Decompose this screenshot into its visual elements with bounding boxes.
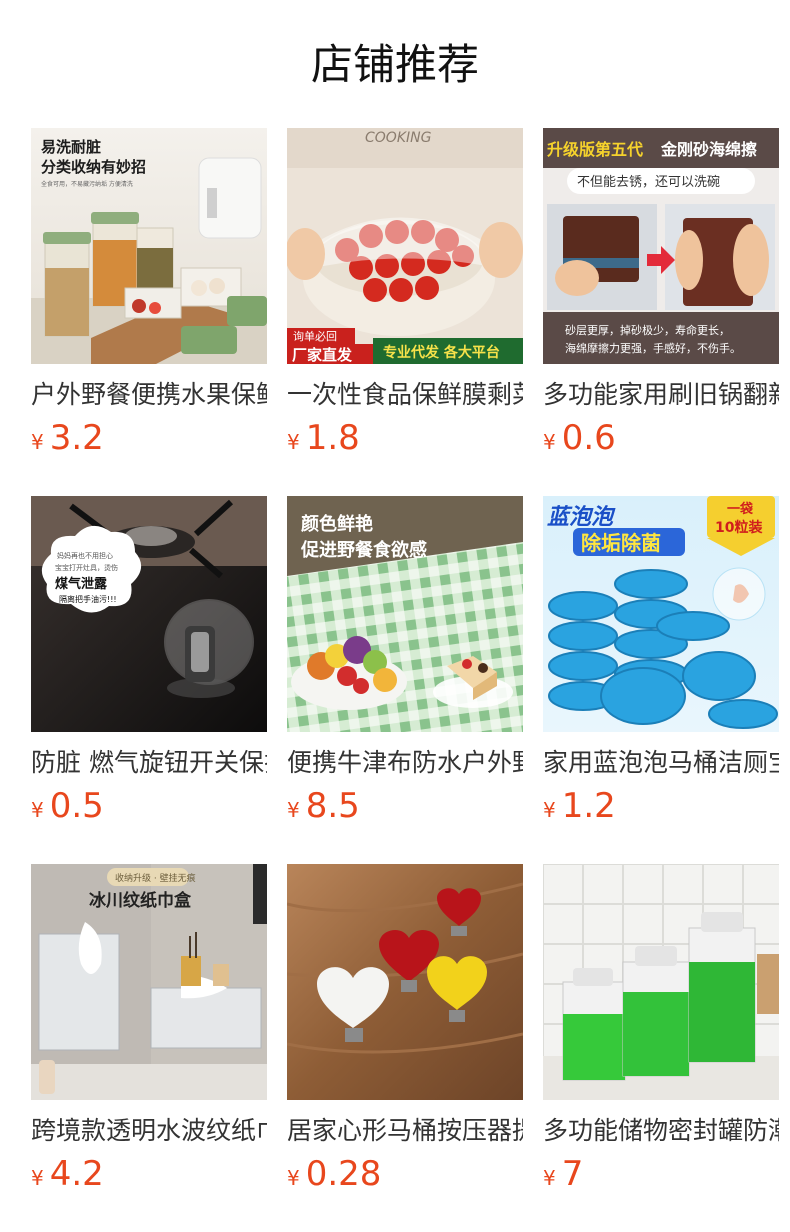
image-text: 全食可用，不易藏污纳垢 方便清洗 [41,180,133,188]
price-value: 1.2 [561,786,616,826]
storage-container-image[interactable]: 易洗耐脏 分类收纳有妙招 全食可用，不易藏污纳垢 方便清洗 [31,128,267,364]
image-text: COOKING [365,130,432,146]
price-value: 0.6 [561,418,616,458]
price-value: 7 [561,1154,584,1194]
image-text: 除垢除菌 [581,531,661,555]
image-text: 宝宝打开灶具，烫伤 [55,563,118,572]
page-title: 店铺推荐 [310,40,479,89]
product-price: ¥0.28 [287,1154,381,1194]
product-price: ¥7 [543,1154,583,1194]
toilet-cleaner-image[interactable]: 蓝泡泡 除垢除菌 一袋 10粒装 [543,496,779,732]
price-value: 0.5 [49,786,104,826]
image-text: 海绵摩擦力更强，手感好，不伤手。 [565,341,741,355]
image-text: 蓝泡泡 [547,505,616,530]
sponge-image[interactable]: 升级版第五代 金刚砂海绵擦 不但能去锈，还可以洗碗 砂层更厚，掉砂极少，寿命更长… [543,128,779,364]
price-value: 0.28 [305,1154,382,1194]
image-text: 不但能去锈，还可以洗碗 [577,174,720,190]
product-card[interactable]: COOKING 询单必回 厂家直发 专业代发 各大平台 一次性食品保鲜膜剩 ¥ … [287,128,523,458]
image-text: 收纳升级 · 壁挂无痕 [115,872,196,884]
product-card[interactable]: 收纳升级 · 壁挂无痕 冰川纹纸巾盒 跨境款透明水波纹纸巾盒 ¥4.2 [31,864,267,1194]
product-price: ¥0.6 [543,418,616,458]
product-price: ¥3.2 [31,418,104,458]
plastic-wrap-image[interactable]: COOKING 询单必回 厂家直发 专业代发 各大平台 [287,128,523,364]
product-card[interactable]: 升级版第五代 金刚砂海绵擦 不但能去锈，还可以洗碗 砂层更厚，掉砂极少，寿命更长… [543,128,779,458]
product-price: ¥1.2 [543,786,616,826]
price-value: 8.5 [305,786,360,826]
product-title[interactable]: 多功能家用刷旧锅翻新擦 [543,378,779,412]
product-price: ¥0.5 [31,786,104,826]
knob-cover-image[interactable]: 妈妈再也不用担心 宝宝打开灶具，烫伤 煤气泄露 隔离把手油污!!! [31,496,267,732]
image-text: 一袋 [727,501,754,517]
product-card[interactable]: 易洗耐脏 分类收纳有妙招 全食可用，不易藏污纳垢 方便清洗 户外野餐便携水果保鲜… [31,128,267,458]
currency-symbol: ¥ [31,430,44,454]
product-price: ¥1.8 [287,418,360,458]
tissue-box-image[interactable]: 收纳升级 · 壁挂无痕 冰川纹纸巾盒 [31,864,267,1100]
image-text: 专业代发 各大平台 [383,344,500,361]
image-text: 金刚砂海绵擦 [660,140,757,159]
currency-symbol: ¥ [287,430,300,454]
product-title[interactable]: 防脏 燃气旋钮开关保护罩 [31,746,267,780]
product-card[interactable]: 颜色鲜艳 促进野餐食欲感 便携牛津布防水户外野餐垫 ¥8.5 [287,496,523,826]
image-text: 冰川纹纸巾盒 [89,890,192,911]
image-text: 升级版第五代 [547,140,643,159]
product-title[interactable]: 多功能储物密封罐防潮盒 [543,1114,779,1148]
image-text: 煤气泄露 [55,576,108,592]
image-text: 分类收纳有妙招 [41,158,146,176]
picnic-mat-image[interactable]: 颜色鲜艳 促进野餐食欲感 [287,496,523,732]
currency-symbol: ¥ [287,798,300,822]
product-card[interactable]: 多功能储物密封罐防潮盒 ¥7 [543,864,779,1194]
product-price: ¥4.2 [31,1154,104,1194]
currency-symbol: ¥ [543,1166,556,1190]
product-title[interactable]: 居家心形马桶按压器提拉 [287,1114,523,1148]
currency-symbol: ¥ [31,798,44,822]
product-card[interactable]: 蓝泡泡 除垢除菌 一袋 10粒装 家用蓝泡泡马桶洁厕宝 ¥ 1.2 [543,496,779,826]
price-value: 1.8 [305,418,360,458]
product-title[interactable]: 户外野餐便携水果保鲜盒 [31,378,267,412]
heart-button-image[interactable] [287,864,523,1100]
image-text: 隔离把手油污!!! [59,594,117,604]
detergent-jar-image[interactable] [543,864,779,1100]
currency-symbol: ¥ [287,1166,300,1190]
image-text: 询单必回 [293,330,337,343]
currency-symbol: ¥ [543,798,556,822]
image-text: 砂层更厚，掉砂极少，寿命更长， [565,323,730,337]
currency-symbol: ¥ [31,1166,44,1190]
page-header: 店铺推荐 [0,0,790,128]
product-card[interactable]: 妈妈再也不用担心 宝宝打开灶具，烫伤 煤气泄露 隔离把手油污!!! 防脏 燃气旋… [31,496,267,826]
image-text: 促进野餐食欲感 [300,539,427,561]
image-text: 易洗耐脏 [41,138,101,156]
image-text: 妈妈再也不用担心 [57,551,113,560]
image-text: 颜色鲜艳 [301,513,373,535]
image-text: 厂家直发 [292,346,353,364]
product-title[interactable]: 便携牛津布防水户外野餐垫 [287,746,523,780]
product-card[interactable]: 居家心形马桶按压器提拉 ¥0.28 [287,864,523,1194]
currency-symbol: ¥ [543,430,556,454]
product-title[interactable]: 一次性食品保鲜膜剩菜套 [287,378,523,412]
price-value: 4.2 [49,1154,104,1194]
product-price: ¥8.5 [287,786,360,826]
product-title[interactable]: 家用蓝泡泡马桶洁厕宝 [543,746,779,780]
product-title[interactable]: 跨境款透明水波纹纸巾盒 [31,1114,267,1148]
image-text: 10粒装 [715,519,763,536]
price-value: 3.2 [49,418,104,458]
